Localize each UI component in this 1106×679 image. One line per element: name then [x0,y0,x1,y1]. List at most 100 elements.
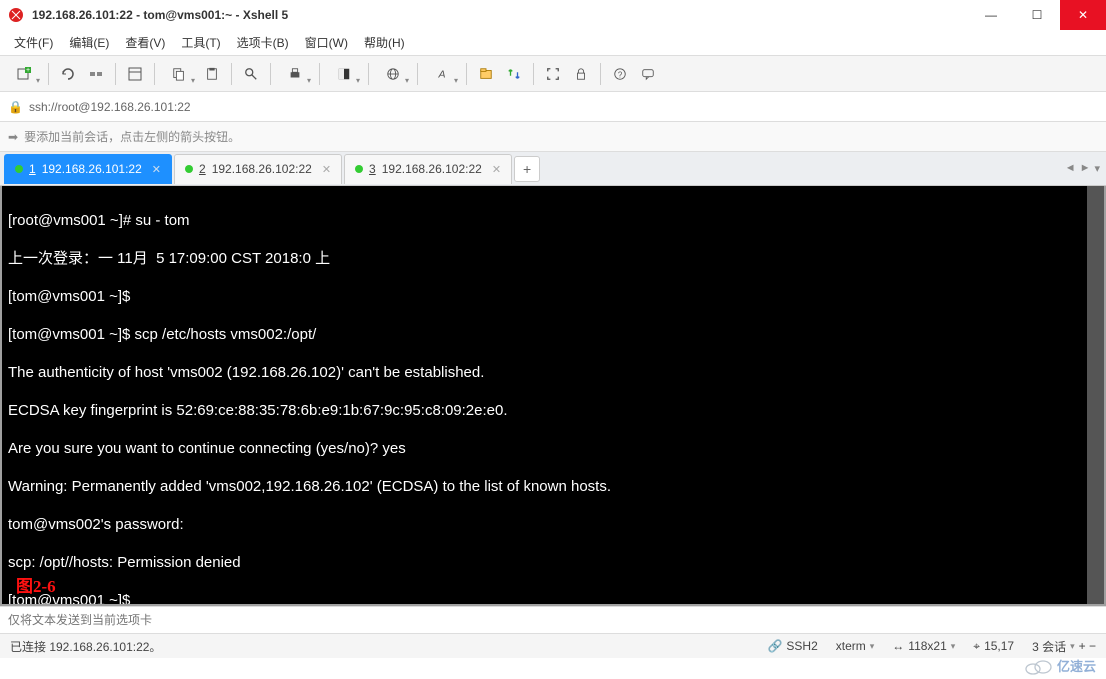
terminal-line: [tom@vms001 ~]$ scp /etc/hosts vms002:/o… [8,325,1098,344]
status-term: xterm▾ [836,639,875,653]
terminal-line: [root@vms001 ~]# su - tom [8,211,1098,230]
address-url[interactable]: ssh://root@192.168.26.101:22 [29,100,191,114]
link-icon: 🔗 [767,639,782,653]
add-icon[interactable]: + − [1079,639,1096,653]
status-protocol: 🔗SSH2 [767,639,817,653]
tab-strip: 1 192.168.26.101:22 ✕ 2 192.168.26.102:2… [0,152,1106,186]
encoding-button[interactable] [375,61,411,87]
chevron-down-icon[interactable]: ▾ [1070,641,1075,652]
figure-label: 图2-6 [16,577,56,596]
svg-text:+: + [26,67,30,74]
watermark-text: 亿速云 [1057,656,1096,675]
terminal[interactable]: [root@vms001 ~]# su - tom 上一次登录：一 11月 5 … [0,186,1106,606]
watermark: 亿速云 [1023,656,1096,675]
toolbar: + A ? [0,56,1106,92]
paste-button[interactable] [199,61,225,87]
menu-window[interactable]: 窗口(W) [299,30,354,55]
menu-tabs[interactable]: 选项卡(B) [231,30,295,55]
session-tab-2[interactable]: 2 192.168.26.102:22 ✕ [174,154,342,184]
forum-button[interactable] [635,61,661,87]
terminal-line: ECDSA key fingerprint is 52:69:ce:88:35:… [8,401,1098,420]
address-bar: 🔒 ssh://root@192.168.26.101:22 [0,92,1106,122]
copy-button[interactable] [161,61,197,87]
arrow-icon[interactable]: ➡ [8,130,18,144]
help-button[interactable]: ? [607,61,633,87]
svg-text:A: A [437,68,445,80]
tab-prev-icon[interactable]: ◄ [1065,162,1076,175]
separator [231,63,232,85]
properties-button[interactable] [122,61,148,87]
chevron-down-icon[interactable]: ▾ [870,641,875,652]
compose-bar[interactable] [0,606,1106,634]
status-connection: 已连接 192.168.26.101:22。 [10,638,749,655]
hint-text: 要添加当前会话，点击左侧的箭头按钮。 [24,128,240,145]
menu-file[interactable]: 文件(F) [8,30,59,55]
menu-tools[interactable]: 工具(T) [175,30,226,55]
separator [115,63,116,85]
fullscreen-button[interactable] [540,61,566,87]
transfer-button[interactable] [501,61,527,87]
tab-label: 192.168.26.101:22 [42,162,142,176]
vertical-scrollbar[interactable] [1087,186,1104,604]
terminal-line: Are you sure you want to continue connec… [8,439,1098,458]
scroll-thumb[interactable] [1087,186,1104,604]
separator [417,63,418,85]
tab-label: 192.168.26.102:22 [212,162,312,176]
session-tab-1[interactable]: 1 192.168.26.101:22 ✕ [4,154,172,184]
terminal-line: [tom@vms001 ~]$ [8,287,1098,306]
resize-icon: ↔ [892,639,904,653]
svg-text:?: ? [618,70,623,79]
new-session-button[interactable]: + [6,61,42,87]
menu-bar: 文件(F) 编辑(E) 查看(V) 工具(T) 选项卡(B) 窗口(W) 帮助(… [0,30,1106,56]
close-button[interactable]: ✕ [1060,0,1106,30]
minimize-button[interactable]: — [968,0,1014,30]
separator [368,63,369,85]
separator [48,63,49,85]
lock-button[interactable] [568,61,594,87]
tab-close-icon[interactable]: ✕ [152,163,161,176]
menu-edit[interactable]: 编辑(E) [63,30,115,55]
disconnect-button[interactable] [83,61,109,87]
menu-help[interactable]: 帮助(H) [358,30,411,55]
window-title: 192.168.26.101:22 - tom@vms001:~ - Xshel… [32,8,968,22]
color-scheme-button[interactable] [326,61,362,87]
terminal-line: Warning: Permanently added 'vms002,192.1… [8,477,1098,496]
terminal-line: 上一次登录：一 11月 5 17:09:00 CST 2018:0 上 [8,249,1098,268]
window-controls: — ☐ ✕ [968,0,1106,30]
terminal-line: [tom@vms001 ~]$ [8,591,1098,606]
session-tab-3[interactable]: 3 192.168.26.102:22 ✕ [344,154,512,184]
tab-close-icon[interactable]: ✕ [322,163,331,176]
new-tab-button[interactable]: + [514,156,540,182]
tab-number: 3 [369,162,376,176]
compose-input[interactable] [8,613,1098,627]
tab-nav: ◄ ► ▾ [1065,162,1100,175]
reconnect-button[interactable] [55,61,81,87]
terminal-line: The authenticity of host 'vms002 (192.16… [8,363,1098,382]
status-dot-icon [355,165,363,173]
chevron-down-icon[interactable]: ▾ [951,641,956,652]
font-button[interactable]: A [424,61,460,87]
title-bar: 192.168.26.101:22 - tom@vms001:~ - Xshel… [0,0,1106,30]
tab-label: 192.168.26.102:22 [382,162,482,176]
tab-next-icon[interactable]: ► [1080,162,1091,175]
status-dot-icon [15,165,23,173]
status-cursor: ⌖15,17 [973,639,1014,654]
status-bar: 已连接 192.168.26.101:22。 🔗SSH2 xterm▾ ↔118… [0,634,1106,658]
cursor-pos-icon: ⌖ [973,639,980,654]
separator [154,63,155,85]
print-button[interactable] [277,61,313,87]
separator [533,63,534,85]
status-dot-icon [185,165,193,173]
tab-number: 1 [29,162,36,176]
terminal-line: tom@vms002's password: [8,515,1098,534]
separator [270,63,271,85]
menu-view[interactable]: 查看(V) [119,30,171,55]
status-sessions: 3 会话▾+ − [1032,638,1096,655]
terminal-line: scp: /opt//hosts: Permission denied [8,553,1098,572]
status-size: ↔118x21▾ [892,639,955,653]
tab-menu-icon[interactable]: ▾ [1094,162,1100,175]
find-button[interactable] [238,61,264,87]
file-manager-button[interactable] [473,61,499,87]
tab-close-icon[interactable]: ✕ [492,163,501,176]
maximize-button[interactable]: ☐ [1014,0,1060,30]
